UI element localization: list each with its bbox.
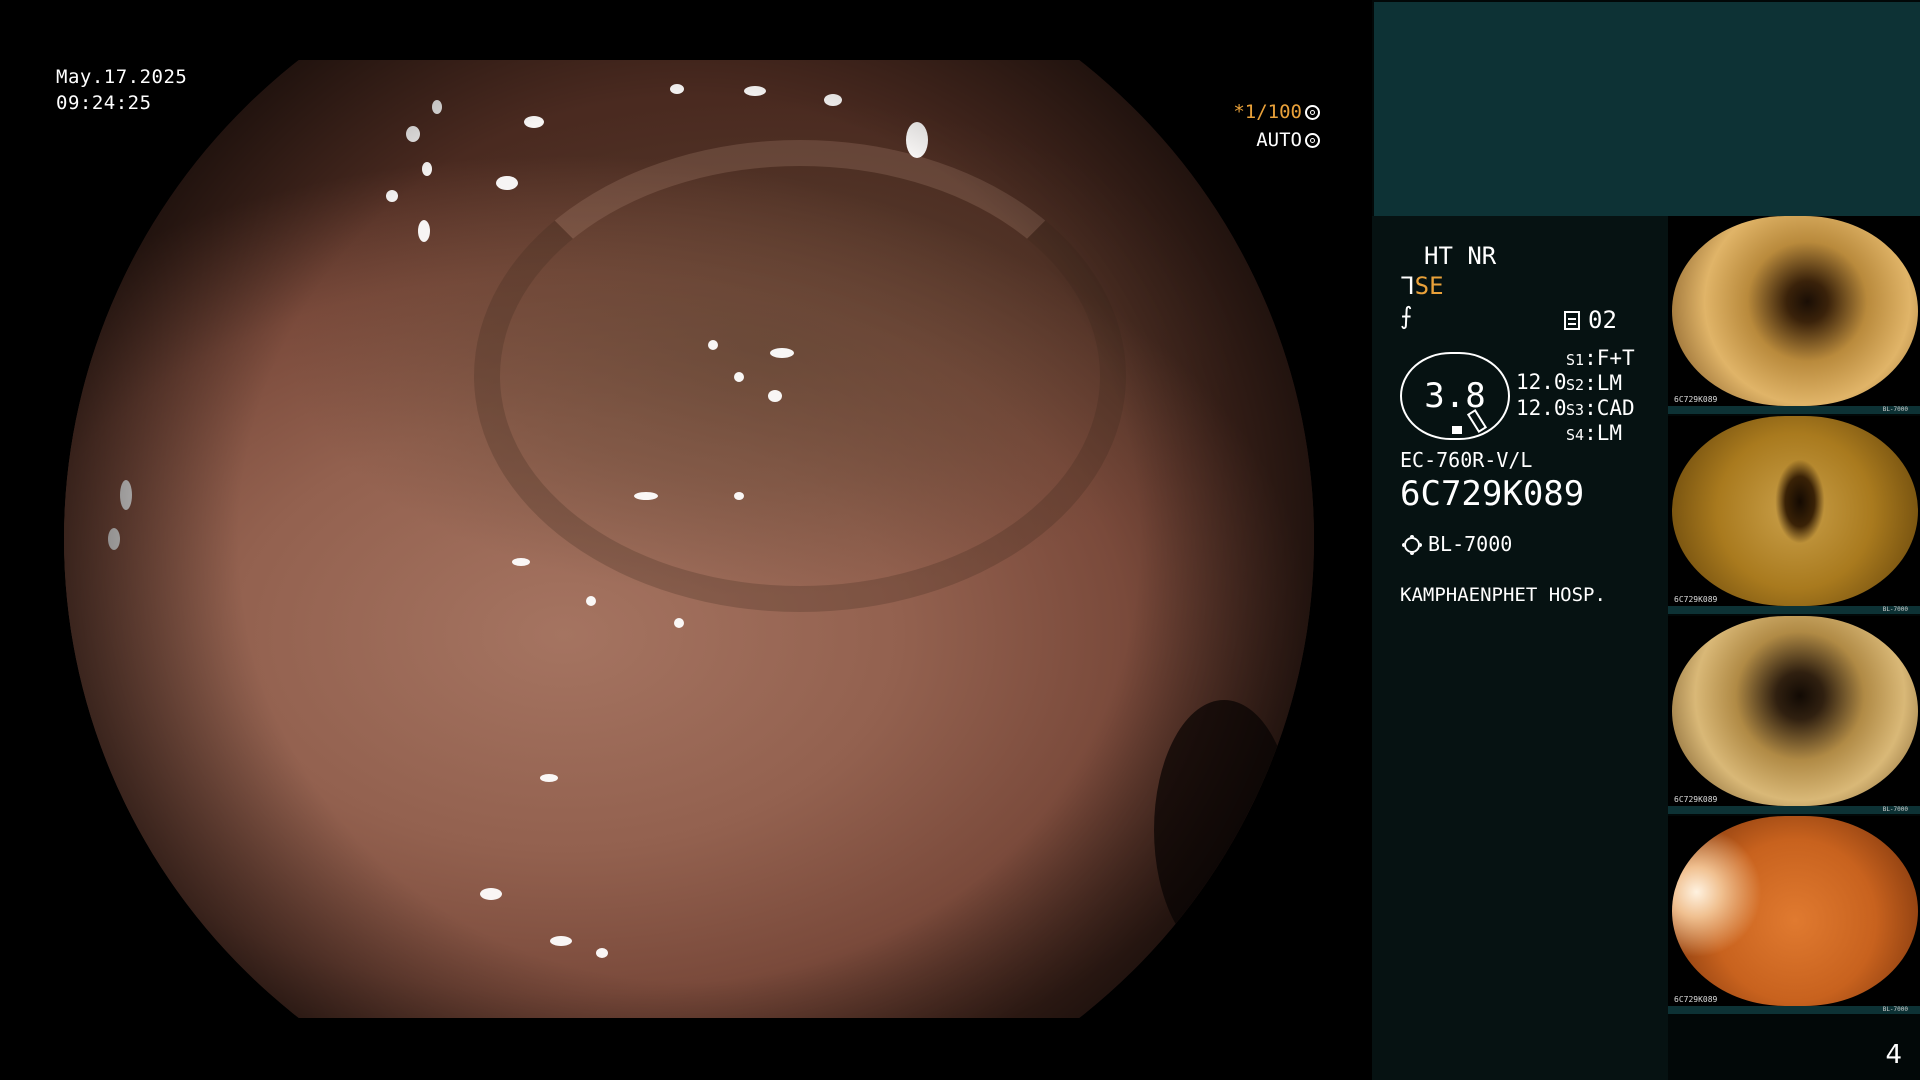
memo-row: 02	[1564, 306, 1617, 334]
scope-serial: 6C729K089	[1400, 474, 1585, 514]
thumbnail-2[interactable]: 6C729K089 BL-7000	[1668, 416, 1920, 614]
date-time-display: May.17.2025 09:24:25	[56, 64, 187, 116]
thumbnail-bar: BL-7000	[1668, 1006, 1920, 1014]
light-reflection	[586, 596, 596, 606]
light-reflection	[524, 116, 544, 128]
zoom-gauge: 3.8	[1400, 352, 1510, 440]
switch-row-4: S4:LM	[1566, 421, 1623, 445]
light-source: BL-7000	[1428, 532, 1513, 556]
thumbnail-bar: BL-7000	[1668, 406, 1920, 414]
value-b: 12.0	[1516, 396, 1567, 420]
se-label: SE	[1414, 272, 1444, 300]
gauge-value: 3.8	[1424, 376, 1486, 416]
value-a: 12.0	[1516, 370, 1567, 394]
structure-enhance-row: ᒣSE	[1400, 272, 1444, 300]
page-number: 4	[1885, 1040, 1902, 1070]
light-reflection	[708, 340, 718, 350]
endoscopy-view: May.17.2025 09:24:25 *1/100 AUTO	[0, 0, 1372, 1080]
gauge-mark-icon	[1452, 426, 1462, 434]
thumbnail-image	[1672, 816, 1918, 1006]
thumbnail-image	[1672, 416, 1918, 606]
light-reflection	[674, 618, 684, 628]
hospital-name: KAMPHAENPHET HOSP.	[1400, 584, 1606, 606]
light-reflection	[768, 390, 782, 402]
scope-model: EC-760R-V/L	[1400, 448, 1533, 472]
thumbnail-caption: 6C729K089	[1674, 395, 1718, 404]
info-panel: HT NR ᒣSE ⨍ 02 3.8 12.0 12.0 S1:F+T S2:L…	[1372, 0, 1920, 1080]
light-reflection	[744, 86, 766, 96]
light-reflection	[596, 948, 608, 958]
light-reflection	[108, 528, 120, 550]
thumbnail-strip: 6C729K089 BL-7000 6C729K089 BL-7000 6C72…	[1668, 216, 1920, 1016]
switch-row-1: S1:F+T	[1566, 346, 1635, 370]
time-text: 09:24:25	[56, 92, 152, 114]
slash-icon: ⨍	[1400, 302, 1413, 330]
light-reflection	[824, 94, 842, 106]
thumbnail-1[interactable]: 6C729K089 BL-7000	[1668, 216, 1920, 414]
light-reflection	[422, 162, 432, 176]
memo-number: 02	[1588, 306, 1617, 334]
light-reflection	[540, 774, 558, 782]
memo-icon	[1564, 311, 1580, 330]
mucosal-fold	[474, 140, 1126, 612]
thumbnail-4[interactable]: 6C729K089 BL-7000	[1668, 816, 1920, 1014]
header-box	[1374, 2, 1920, 216]
light-reflection	[480, 888, 502, 900]
switch-row-3: S3:CAD	[1566, 396, 1635, 420]
light-reflection	[418, 220, 430, 242]
sun-icon	[1404, 537, 1420, 553]
aperture-icon	[1305, 133, 1320, 148]
exposure-settings: *1/100 AUTO	[1233, 98, 1320, 154]
light-reflection	[734, 492, 744, 500]
light-reflection	[670, 84, 684, 94]
light-reflection	[406, 126, 420, 142]
light-reflection	[386, 190, 398, 202]
thumbnail-caption: 6C729K089	[1674, 595, 1718, 604]
aperture-icon	[1305, 105, 1320, 120]
light-reflection	[432, 100, 442, 114]
settings-readout: HT NR ᒣSE ⨍ 02 3.8 12.0 12.0 S1:F+T S2:L…	[1372, 216, 1668, 1080]
thumbnail-image	[1672, 216, 1918, 406]
endoscopic-image	[64, 60, 1314, 1018]
ht-nr-label: HT NR	[1424, 242, 1497, 270]
thumbnail-bar: BL-7000	[1668, 606, 1920, 614]
light-reflection	[120, 480, 132, 510]
thumbnail-bar: BL-7000	[1668, 806, 1920, 814]
dark-recess	[1154, 700, 1294, 960]
shutter-speed: *1/100	[1233, 101, 1302, 123]
light-reflection	[734, 372, 744, 382]
light-reflection	[906, 122, 928, 158]
light-source-row: BL-7000	[1400, 532, 1512, 556]
thumbnail-image	[1672, 616, 1918, 806]
thumbnail-caption: 6C729K089	[1674, 995, 1718, 1004]
exposure-mode: AUTO	[1256, 129, 1302, 151]
thumbnail-caption: 6C729K089	[1674, 795, 1718, 804]
light-reflection	[496, 176, 518, 190]
thumbnail-3[interactable]: 6C729K089 BL-7000	[1668, 616, 1920, 814]
date-text: May.17.2025	[56, 66, 188, 88]
light-reflection	[550, 936, 572, 946]
light-reflection	[634, 492, 658, 500]
light-reflection	[512, 558, 530, 566]
switch-row-2: S2:LM	[1566, 371, 1623, 395]
light-reflection	[770, 348, 794, 358]
curve-icon: ᒣ	[1400, 272, 1415, 300]
